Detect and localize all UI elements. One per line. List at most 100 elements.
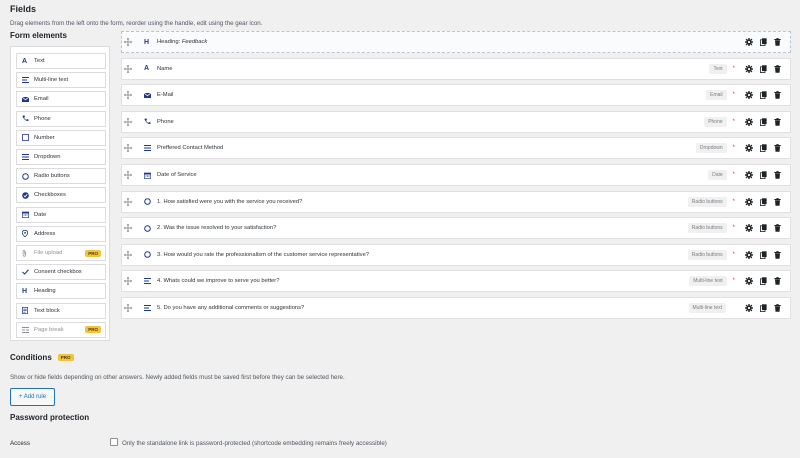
calendar-icon (144, 172, 157, 179)
paragraph-icon (22, 77, 34, 84)
trash-icon (773, 250, 781, 259)
field-type-badge: Multi-line text (688, 303, 726, 313)
palette-item-label: Heading (34, 288, 56, 295)
duplicate-icon (759, 91, 767, 100)
edit-field-button[interactable] (742, 91, 756, 100)
paperclip-icon (22, 249, 34, 257)
palette-item-number[interactable]: Number (16, 129, 106, 146)
drag-handle-icon[interactable] (124, 38, 142, 46)
delete-field-button[interactable] (770, 117, 784, 126)
palette-item-label: Address (34, 230, 56, 237)
drag-handle-icon[interactable] (124, 144, 142, 153)
heading-icon: H (22, 287, 28, 295)
delete-field-button[interactable] (770, 197, 784, 206)
fields-section-description: Drag elements from the left onto the for… (10, 20, 263, 27)
delete-field-button[interactable] (770, 277, 784, 286)
palette-item-text-block[interactable]: Text block (16, 302, 106, 319)
edit-field-button[interactable] (742, 224, 756, 233)
form-field-row: Date of Service Date * (121, 164, 791, 186)
duplicate-field-button[interactable] (756, 277, 770, 286)
delete-field-button[interactable] (770, 91, 784, 99)
duplicate-icon (759, 251, 767, 259)
drag-handle-icon[interactable] (124, 224, 142, 233)
edit-field-button[interactable] (742, 250, 756, 259)
duplicate-field-button[interactable] (756, 91, 770, 100)
palette-item-label: Date (34, 211, 47, 218)
trash-icon (773, 197, 781, 206)
palette-item-label: Page break (34, 326, 64, 333)
conditions-title: Conditions PRO (10, 353, 78, 362)
palette-item-multi-line-text[interactable]: Multi-line text (16, 72, 106, 89)
palette-item-dropdown[interactable]: Dropdown (16, 149, 106, 165)
radio-icon (22, 172, 34, 180)
delete-field-button[interactable] (770, 38, 784, 46)
palette-item-date[interactable]: Date (16, 206, 106, 223)
palette-item-radio-buttons[interactable]: Radio buttons (16, 168, 106, 185)
field-label: Preffered Contact Method (157, 145, 224, 152)
delete-field-button[interactable] (770, 144, 784, 153)
required-marker: * (732, 65, 735, 72)
duplicate-field-button[interactable] (756, 304, 770, 312)
drag-handle-icon[interactable] (124, 91, 142, 100)
duplicate-field-button[interactable] (756, 197, 770, 206)
edit-field-button[interactable] (742, 197, 756, 206)
drag-handle-icon[interactable] (124, 64, 142, 73)
delete-field-button[interactable] (770, 250, 784, 259)
duplicate-field-button[interactable] (756, 144, 770, 153)
duplicate-icon (759, 224, 767, 233)
edit-field-button[interactable] (742, 277, 756, 286)
trash-icon (773, 144, 781, 153)
gear-icon (745, 144, 753, 153)
text-icon: A (144, 65, 150, 73)
palette-item-email[interactable]: Email (16, 91, 106, 108)
palette-item-phone[interactable]: Phone (16, 110, 106, 127)
add-rule-button[interactable]: + Add rule (10, 388, 55, 406)
palette-title: Form elements (10, 31, 67, 40)
delete-field-button[interactable] (770, 224, 784, 232)
duplicate-field-button[interactable] (756, 64, 770, 73)
edit-field-button[interactable] (742, 171, 756, 179)
delete-field-button[interactable] (770, 304, 784, 312)
palette-item-heading[interactable]: H Heading (16, 283, 106, 300)
duplicate-field-button[interactable] (756, 171, 770, 179)
access-checkbox[interactable] (110, 438, 118, 446)
duplicate-field-button[interactable] (756, 118, 770, 126)
edit-field-button[interactable] (742, 64, 756, 73)
field-type-badge: Date (708, 170, 727, 180)
drag-handle-icon[interactable] (124, 304, 142, 312)
form-field-row: Preffered Contact Method Dropdown * (121, 137, 791, 160)
palette-item-text[interactable]: A Text (16, 53, 106, 69)
palette-item-consent-checkbox[interactable]: Consent checkbox (16, 264, 106, 281)
trash-icon (773, 38, 781, 46)
edit-field-button[interactable] (742, 304, 756, 312)
field-actions (742, 250, 784, 259)
drag-handle-icon[interactable] (124, 197, 142, 206)
duplicate-icon (759, 118, 767, 126)
radio-icon (144, 224, 157, 232)
pro-badge: PRO (85, 249, 101, 257)
drag-handle-icon[interactable] (124, 277, 142, 286)
edit-field-button[interactable] (742, 144, 756, 153)
duplicate-icon (759, 171, 767, 179)
edit-field-button[interactable] (742, 117, 756, 126)
form-field-row: 4. Whats could we improve to serve you b… (121, 270, 791, 293)
heading-icon: H (144, 38, 150, 46)
drag-handle-icon[interactable] (124, 117, 142, 126)
access-checkbox-label[interactable]: Only the standalone link is password-pro… (122, 440, 387, 447)
palette-item-checkboxes[interactable]: Checkboxes (16, 187, 106, 204)
duplicate-field-button[interactable] (756, 251, 770, 259)
drag-handle-icon[interactable] (124, 250, 142, 259)
palette-item-label: Checkboxes (34, 192, 66, 199)
edit-field-button[interactable] (742, 38, 756, 46)
palette-item-label: Phone (34, 115, 51, 122)
duplicate-field-button[interactable] (756, 224, 770, 233)
drag-handle-icon[interactable] (124, 171, 142, 179)
palette-item-page-break: Page break PRO (16, 321, 106, 338)
delete-field-button[interactable] (770, 171, 784, 179)
palette-item-label: Text (34, 58, 45, 64)
duplicate-field-button[interactable] (756, 38, 770, 46)
field-actions (742, 64, 784, 73)
delete-field-button[interactable] (770, 64, 784, 73)
palette-item-address[interactable]: Address (16, 225, 106, 242)
paragraph-icon (144, 305, 157, 311)
